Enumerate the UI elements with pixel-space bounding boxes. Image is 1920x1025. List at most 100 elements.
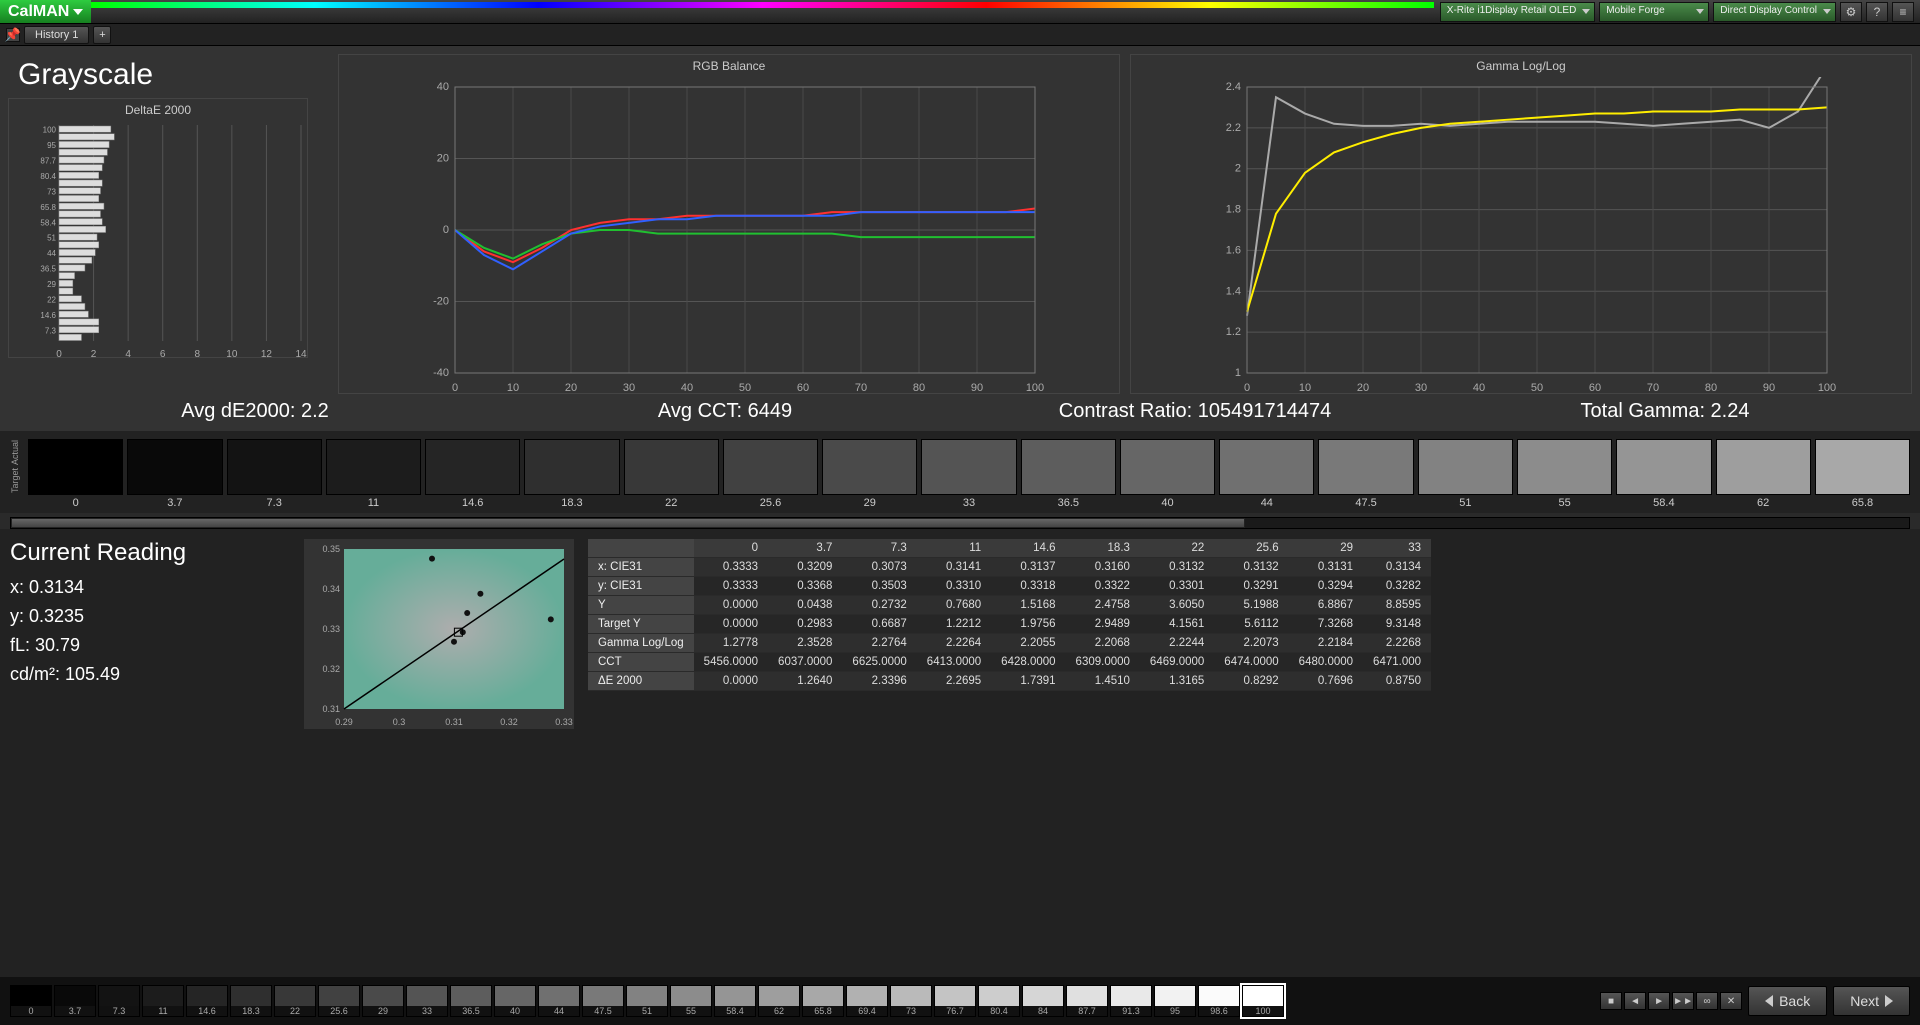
svg-text:0.31: 0.31 <box>445 717 463 727</box>
svg-text:7.3: 7.3 <box>45 326 57 335</box>
svg-text:6: 6 <box>160 349 166 360</box>
swatch[interactable]: 11 <box>326 439 421 509</box>
play-icon[interactable]: ► <box>1648 992 1670 1010</box>
footer-swatch[interactable]: 11 <box>142 985 184 1017</box>
footer-swatch[interactable]: 62 <box>758 985 800 1017</box>
svg-text:30: 30 <box>1415 382 1427 394</box>
svg-text:0.34: 0.34 <box>322 584 340 594</box>
swatch[interactable]: 3.7 <box>127 439 222 509</box>
footer-swatch[interactable]: 3.7 <box>54 985 96 1017</box>
footer-swatch[interactable]: 44 <box>538 985 580 1017</box>
swatch[interactable]: 58.4 <box>1616 439 1711 509</box>
swatch[interactable]: 14.6 <box>425 439 520 509</box>
footer-swatch[interactable]: 73 <box>890 985 932 1017</box>
svg-text:70: 70 <box>1647 382 1659 394</box>
display-dropdown[interactable]: Direct Display Control <box>1713 2 1836 22</box>
swatch-label-actual: Actual <box>10 440 20 465</box>
gamma-chart: Gamma Log/Log 11.21.41.61.822.22.4010203… <box>1130 54 1912 394</box>
svg-text:0.32: 0.32 <box>322 664 340 674</box>
footer-swatch[interactable]: 7.3 <box>98 985 140 1017</box>
back-icon[interactable]: ◄ <box>1624 992 1646 1010</box>
menu-icon[interactable]: ≡ <box>1892 2 1914 22</box>
footer-swatch[interactable]: 98.6 <box>1198 985 1240 1017</box>
swatch[interactable]: 36.5 <box>1021 439 1116 509</box>
footer-swatch[interactable]: 58.4 <box>714 985 756 1017</box>
footer-swatch[interactable]: 100 <box>1242 985 1284 1017</box>
svg-text:90: 90 <box>1763 382 1775 394</box>
scrollbar-thumb[interactable] <box>11 518 1245 528</box>
swatch[interactable]: 47.5 <box>1318 439 1413 509</box>
footer-swatch[interactable]: 95 <box>1154 985 1196 1017</box>
swatch[interactable]: 18.3 <box>524 439 619 509</box>
svg-text:2: 2 <box>1235 163 1241 175</box>
svg-text:100: 100 <box>43 126 57 135</box>
footer-swatch[interactable]: 69.4 <box>846 985 888 1017</box>
svg-text:58.4: 58.4 <box>40 218 56 227</box>
footer-swatch[interactable]: 47.5 <box>582 985 624 1017</box>
footer-swatch[interactable]: 76.7 <box>934 985 976 1017</box>
swatch[interactable]: 33 <box>921 439 1016 509</box>
chart-title: RGB Balance <box>339 55 1119 77</box>
svg-text:100: 100 <box>1818 382 1836 394</box>
loop-icon[interactable]: ∞ <box>1696 992 1718 1010</box>
meter-dropdown[interactable]: X-Rite i1Display Retail OLED <box>1440 2 1596 22</box>
svg-text:0: 0 <box>56 349 62 360</box>
footer-swatch[interactable]: 33 <box>406 985 448 1017</box>
reading-cdm2: cd/m²: 105.49 <box>10 664 290 685</box>
tab-history[interactable]: History 1 <box>24 26 89 44</box>
swatch[interactable]: 22 <box>624 439 719 509</box>
swatch[interactable]: 29 <box>822 439 917 509</box>
tab-add[interactable]: + <box>93 26 111 44</box>
svg-text:20: 20 <box>565 382 577 394</box>
swatch[interactable]: 65.8 <box>1815 439 1910 509</box>
app-logo[interactable]: CalMAN <box>0 0 91 23</box>
footer-swatch[interactable]: 65.8 <box>802 985 844 1017</box>
svg-text:20: 20 <box>437 153 449 165</box>
footer-swatch[interactable]: 22 <box>274 985 316 1017</box>
source-dropdown[interactable]: Mobile Forge <box>1599 2 1709 22</box>
svg-text:50: 50 <box>739 382 751 394</box>
svg-text:1.4: 1.4 <box>1226 285 1241 297</box>
stop-icon[interactable]: ■ <box>1600 992 1622 1010</box>
footer-swatch[interactable]: 36.5 <box>450 985 492 1017</box>
svg-text:0: 0 <box>443 224 449 236</box>
swatch-scrollbar[interactable] <box>10 517 1910 529</box>
footer-swatch[interactable]: 29 <box>362 985 404 1017</box>
cie-chart: 0.290.30.310.320.330.310.320.330.340.35 <box>304 539 574 729</box>
swatch[interactable]: 25.6 <box>723 439 818 509</box>
footer-swatch[interactable]: 91.3 <box>1110 985 1152 1017</box>
swatch[interactable]: 44 <box>1219 439 1314 509</box>
svg-text:0.31: 0.31 <box>322 704 340 714</box>
footer-swatch[interactable]: 84 <box>1022 985 1064 1017</box>
svg-text:80: 80 <box>913 382 925 394</box>
svg-text:40: 40 <box>437 81 449 93</box>
svg-text:30: 30 <box>623 382 635 394</box>
swatch[interactable]: 51 <box>1418 439 1513 509</box>
footer-swatch[interactable]: 25.6 <box>318 985 360 1017</box>
svg-text:10: 10 <box>226 349 238 360</box>
footer-swatch[interactable]: 51 <box>626 985 668 1017</box>
footer-swatch[interactable]: 14.6 <box>186 985 228 1017</box>
swatch[interactable]: 40 <box>1120 439 1215 509</box>
svg-text:1.6: 1.6 <box>1226 244 1241 256</box>
swatch[interactable]: 62 <box>1716 439 1811 509</box>
swatch[interactable]: 7.3 <box>227 439 322 509</box>
swatch[interactable]: 55 <box>1517 439 1612 509</box>
footer-swatch[interactable]: 18.3 <box>230 985 272 1017</box>
next-button[interactable]: Next <box>1833 986 1910 1016</box>
footer-swatch[interactable]: 87.7 <box>1066 985 1108 1017</box>
footer-swatch[interactable]: 40 <box>494 985 536 1017</box>
swatch[interactable]: 0 <box>28 439 123 509</box>
close-icon[interactable]: ✕ <box>1720 992 1742 1010</box>
data-table[interactable]: 03.77.31114.618.32225.62933x: CIE310.333… <box>588 539 1910 1015</box>
pin-icon[interactable]: 📌 <box>6 28 20 42</box>
back-button[interactable]: Back <box>1748 986 1827 1016</box>
fwd-icon[interactable]: ►► <box>1672 992 1694 1010</box>
footer-swatch[interactable]: 0 <box>10 985 52 1017</box>
svg-text:0.29: 0.29 <box>335 717 353 727</box>
footer-swatch[interactable]: 80.4 <box>978 985 1020 1017</box>
svg-text:90: 90 <box>971 382 983 394</box>
help-icon[interactable]: ? <box>1866 2 1888 22</box>
footer-swatch[interactable]: 55 <box>670 985 712 1017</box>
settings-icon[interactable]: ⚙ <box>1840 2 1862 22</box>
